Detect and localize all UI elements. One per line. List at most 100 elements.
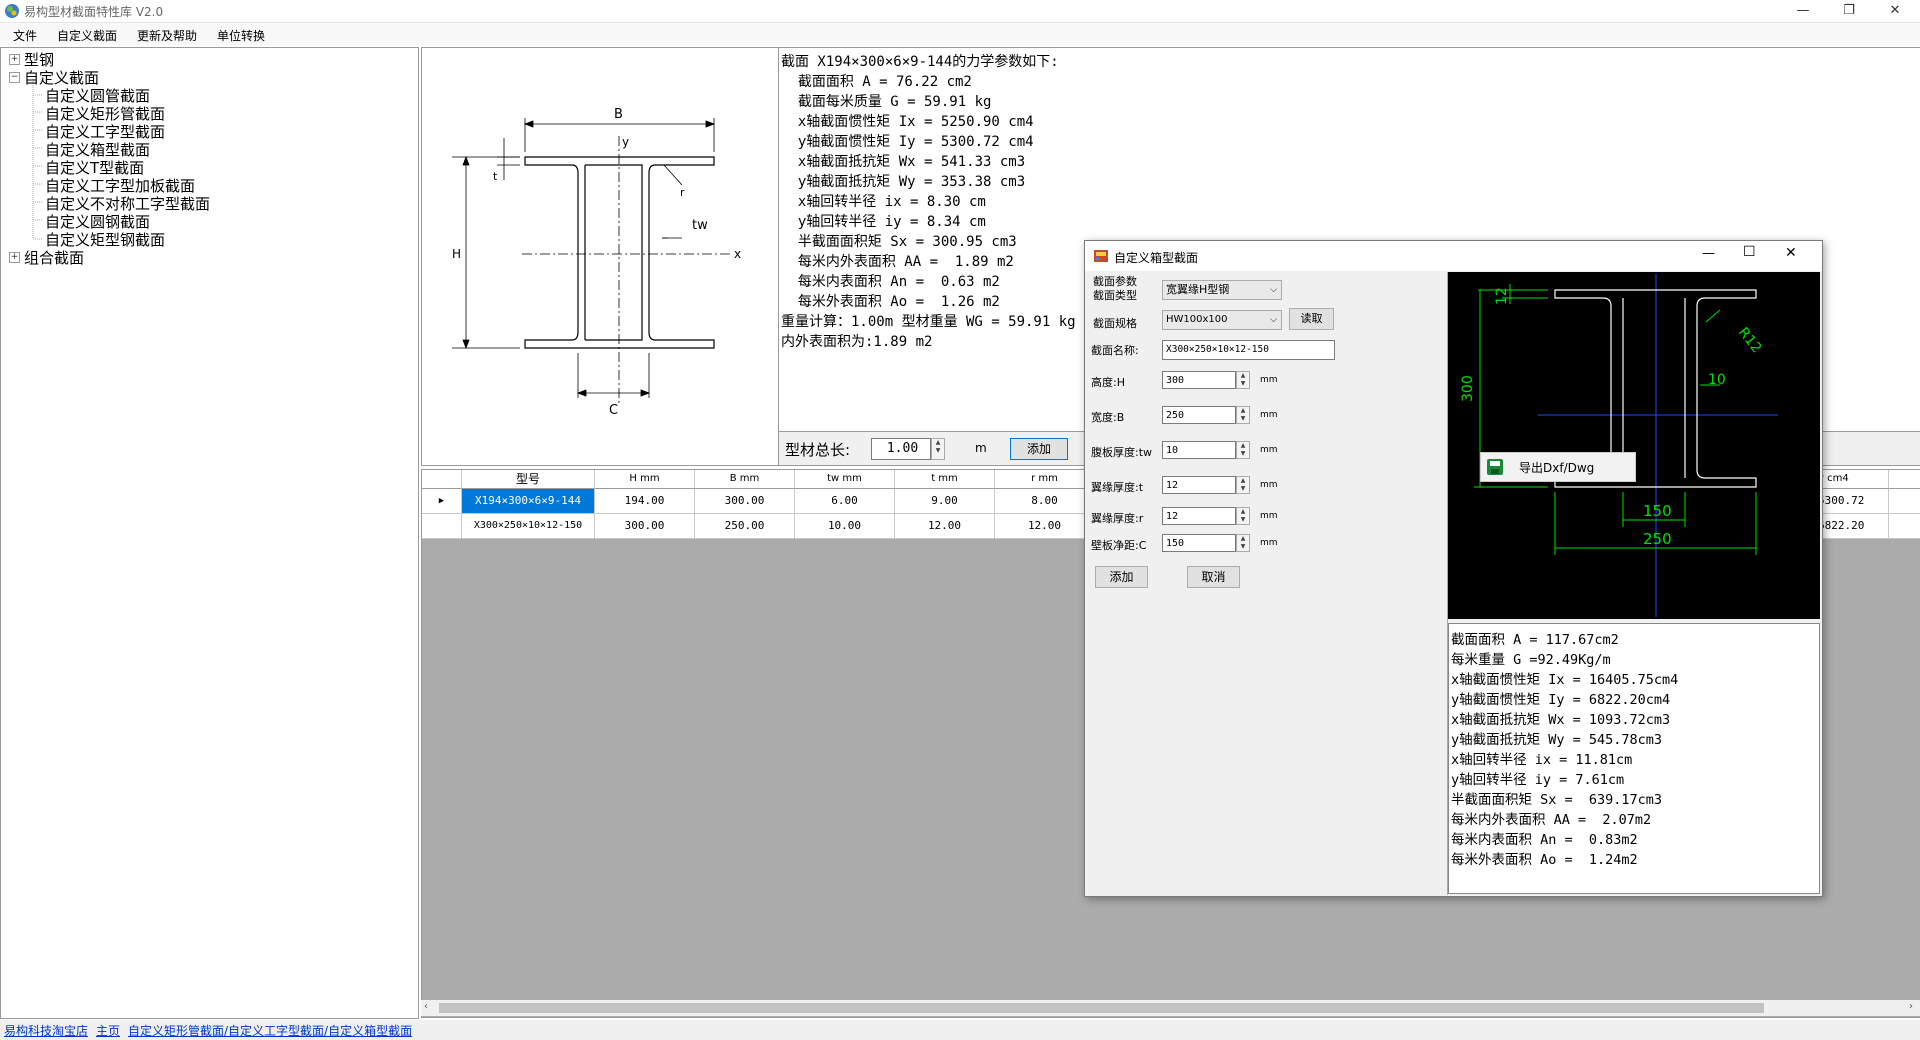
home-link[interactable]: 主页 [96, 1022, 120, 1039]
breadcrumb-link[interactable]: 自定义矩形管截面/自定义工字型截面/自定义箱型截面 [128, 1022, 412, 1039]
flange-thickness-input[interactable]: 12 [1162, 476, 1236, 494]
save-icon [1487, 459, 1503, 475]
dialog-cancel-button[interactable]: 取消 [1187, 566, 1240, 588]
cad-preview-svg: 12 R12 300 10 150 250 [1460, 274, 1778, 617]
cell-iy[interactable]: 6822.20 [1818, 514, 1889, 539]
result-line: 每米内表面积 An = 0.63 m2 [781, 274, 1000, 290]
cell-r[interactable]: 12.00 [995, 514, 1095, 539]
expand-icon[interactable]: + [9, 54, 20, 65]
width-input[interactable]: 250 [1162, 406, 1236, 424]
column-header-r[interactable]: r mm [995, 470, 1095, 489]
taobao-store-link[interactable]: 易构科技淘宝店 [4, 1022, 88, 1039]
flange-thickness-unit: mm [1260, 480, 1278, 490]
dialog-minimize-button[interactable]: — [1702, 246, 1715, 261]
menu-file[interactable]: 文件 [13, 27, 37, 44]
result-line: 截面面积 A = 76.22 cm2 [781, 74, 972, 90]
cell-t[interactable]: 9.00 [895, 489, 995, 514]
dialog-maximize-button[interactable]: ☐ [1743, 244, 1756, 260]
axis-label-x: x [734, 247, 741, 261]
result-line: 半截面面积矩 Sx = 300.95 cm3 [781, 234, 1017, 250]
section-type-select[interactable]: 宽翼缘H型钢 ⌵ [1162, 280, 1282, 300]
cell-b[interactable]: 300.00 [695, 489, 795, 514]
cell-iy[interactable]: 5300.72 [1818, 489, 1889, 514]
cell-model[interactable]: X300×250×10×12-150 [462, 514, 595, 539]
menu-bar: 文件 自定义截面 更新及帮助 单位转换 [0, 23, 1920, 45]
result-line: x轴截面抵抗矩 Wx = 541.33 cm3 [781, 154, 1026, 170]
scroll-thumb[interactable] [439, 1003, 1764, 1013]
dim-label-r: r [680, 186, 685, 199]
box-section-diagram: B y H x C tw t r [452, 107, 741, 418]
width-spinner[interactable]: ▲ ▼ [1236, 406, 1250, 424]
section-name-input[interactable]: X300×250×10×12-150 [1162, 340, 1335, 360]
custom-box-section-dialog: 自定义箱型截面 — ☐ ✕ 截面参数 截面类型 宽翼缘H型钢 ⌵ 截面规格 HW… [1084, 240, 1823, 897]
flange-r-spinner[interactable]: ▲ ▼ [1236, 507, 1250, 525]
export-dxf-dwg-menu-item[interactable]: 导出Dxf/Dwg [1519, 459, 1594, 476]
dialog-result-line: y轴截面惯性矩 Iy = 6822.20cm4 [1451, 692, 1671, 708]
expand-icon[interactable]: + [9, 252, 20, 263]
dialog-result-line: 每米内外表面积 AA = 2.07m2 [1451, 812, 1652, 828]
clear-distance-spinner[interactable]: ▲ ▼ [1236, 534, 1250, 552]
context-menu: 导出Dxf/Dwg [1480, 452, 1636, 482]
cell-t[interactable]: 12.00 [895, 514, 995, 539]
column-header-b[interactable]: B mm [695, 470, 795, 489]
dim-label-c: C [609, 403, 618, 418]
scroll-right-icon[interactable]: › [1909, 1001, 1913, 1012]
result-line: 截面每米质量 G = 59.91 kg [781, 94, 992, 110]
web-thickness-unit: mm [1260, 445, 1278, 455]
dialog-close-button[interactable]: ✕ [1785, 245, 1797, 261]
tree-node-combined-section[interactable]: 组合截面 [24, 247, 84, 268]
section-name-label: 截面名称: [1091, 344, 1139, 357]
cad-dim-b: 250 [1643, 530, 1672, 548]
minimize-button[interactable]: — [1780, 0, 1826, 22]
length-spinner[interactable]: ▲ ▼ [931, 438, 945, 460]
cell-tw[interactable]: 6.00 [795, 489, 895, 514]
dialog-title: 自定义箱型截面 [1114, 251, 1199, 265]
cad-dim-c: 150 [1643, 502, 1672, 520]
dialog-app-icon [1094, 250, 1108, 262]
flange-thickness-spinner[interactable]: ▲ ▼ [1236, 476, 1250, 494]
window-title: 易构型材截面特性库 V2.0 [24, 5, 164, 19]
dialog-result-line: 截面面积 A = 117.67cm2 [1451, 632, 1619, 648]
add-length-button[interactable]: 添加 [1010, 438, 1068, 460]
cell-r[interactable]: 8.00 [995, 489, 1095, 514]
height-spinner[interactable]: ▲ ▼ [1236, 371, 1250, 389]
dialog-title-bar: 自定义箱型截面 — ☐ ✕ [1085, 241, 1822, 271]
menu-update-help[interactable]: 更新及帮助 [137, 27, 197, 44]
flange-r-input[interactable]: 12 [1162, 507, 1236, 525]
cell-tw[interactable]: 10.00 [795, 514, 895, 539]
clear-distance-input[interactable]: 150 [1162, 534, 1236, 552]
width-label: 宽度:B [1091, 411, 1125, 424]
length-input[interactable]: 1.00 [871, 438, 931, 460]
cell-b[interactable]: 250.00 [695, 514, 795, 539]
column-header-iy[interactable]: y cm4 [1818, 470, 1889, 489]
column-header-h[interactable]: H mm [595, 470, 695, 489]
web-thickness-input[interactable]: 10 [1162, 441, 1236, 459]
menu-unit-convert[interactable]: 单位转换 [217, 27, 265, 44]
scroll-left-icon[interactable]: ‹ [424, 1001, 428, 1012]
section-type-value: 宽翼缘H型钢 [1166, 283, 1230, 296]
height-input[interactable]: 300 [1162, 371, 1236, 389]
cell-filler [1889, 489, 1920, 514]
menu-custom-section[interactable]: 自定义截面 [57, 27, 117, 44]
web-thickness-spinner[interactable]: ▲ ▼ [1236, 441, 1250, 459]
section-tree: + 型钢 − 自定义截面 自定义圆管截面 自定义矩形管截面 自定义工字型截面 自… [0, 47, 419, 1019]
maximize-button[interactable]: ❐ [1826, 0, 1872, 22]
result-line: 重量计算：1.00m 型材重量 WG = 59.91 kg [781, 314, 1076, 330]
dialog-add-button[interactable]: 添加 [1095, 566, 1148, 588]
width-unit: mm [1260, 410, 1278, 420]
flange-r-label: 翼缘厚度:r [1091, 512, 1144, 525]
horizontal-scrollbar[interactable]: ‹ › [421, 1000, 1920, 1016]
length-unit: m [975, 441, 987, 455]
title-bar: 易构型材截面特性库 V2.0 — ❐ ✕ [0, 0, 1920, 23]
cell-model[interactable]: X194×300×6×9-144 [462, 489, 595, 514]
cell-h[interactable]: 300.00 [595, 514, 695, 539]
column-header-model[interactable]: 型号 [462, 470, 595, 489]
column-header-t[interactable]: t mm [895, 470, 995, 489]
close-button[interactable]: ✕ [1872, 0, 1918, 22]
column-header-tw[interactable]: tw mm [795, 470, 895, 489]
collapse-icon[interactable]: − [9, 72, 20, 83]
section-spec-select[interactable]: HW100x100 ⌵ [1162, 310, 1282, 330]
read-button[interactable]: 读取 [1289, 308, 1334, 330]
height-label: 高度:H [1091, 376, 1125, 389]
cell-h[interactable]: 194.00 [595, 489, 695, 514]
